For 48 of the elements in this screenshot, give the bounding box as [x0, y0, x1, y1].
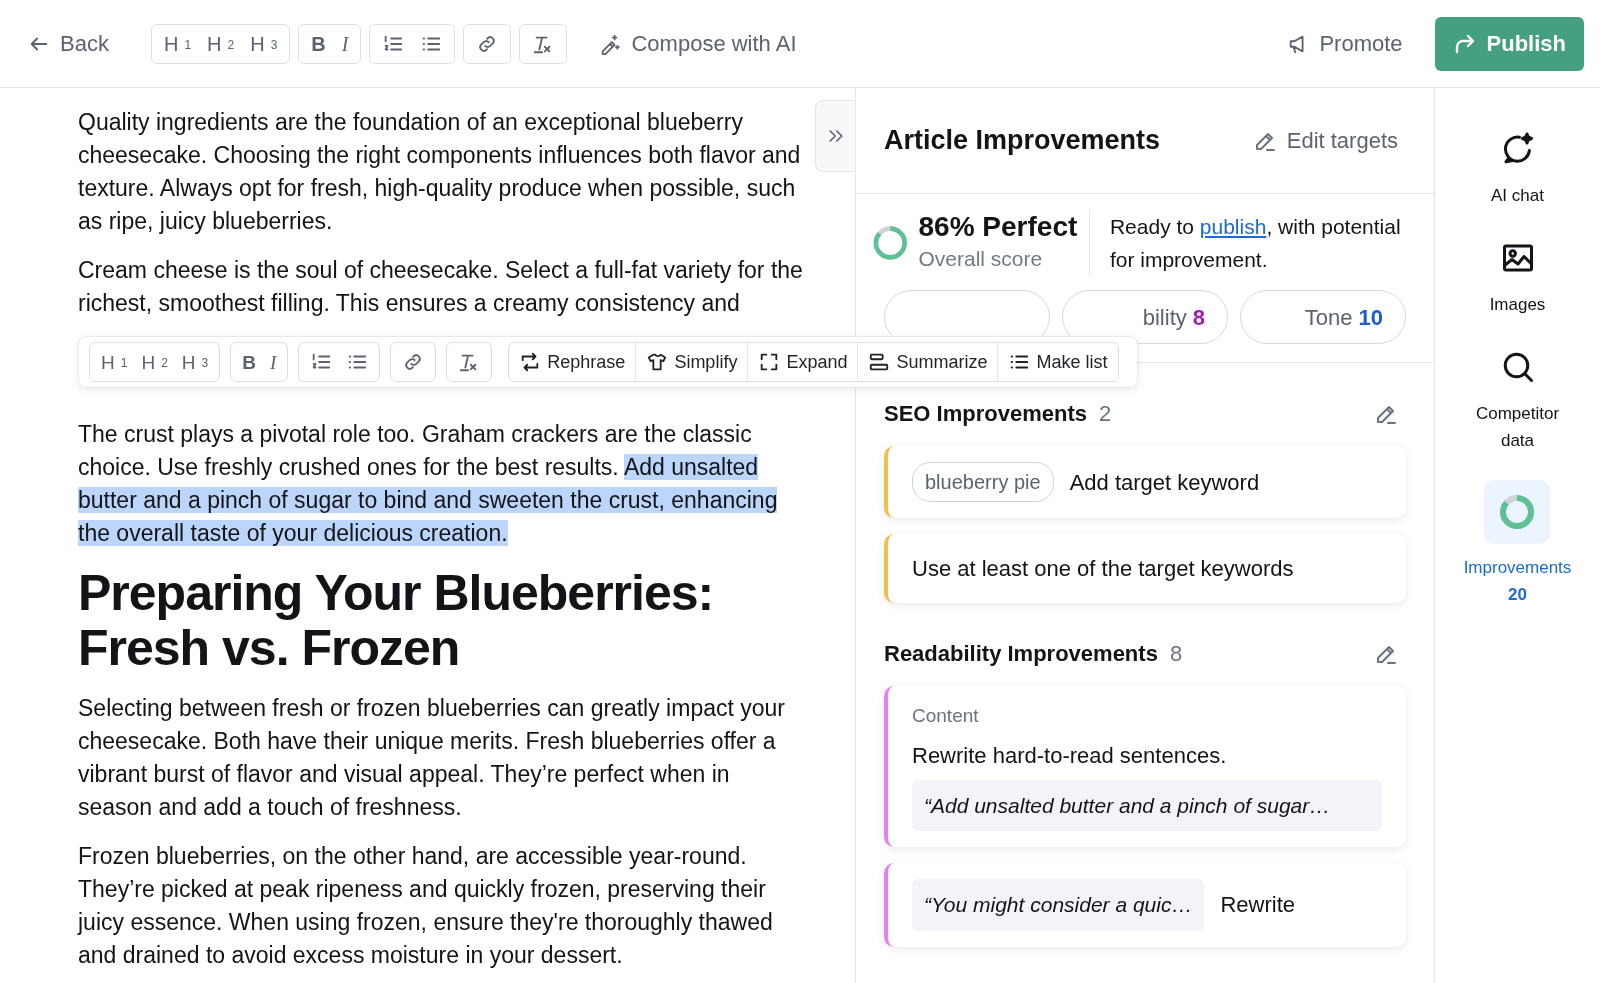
- back-button[interactable]: Back: [20, 23, 117, 64]
- paragraph: Frozen blueberries, on the other hand, are accessible year-round. They’re picked at peak ripeness and quickly frozen, preserving their juicy essence. When using frozen, ensure they're thoroughly thawed and drained to avoid excess moisture in your dessert.: [78, 842, 774, 970]
- sidebar-item[interactable]: Images: [1482, 235, 1553, 318]
- paragraph: Selecting between fresh or frozen blueberries can greatly impact your cheesecake. Both have their unique merits. Fresh blueberries offer a vibrant burst of flavor and visual appeal. They’re perfect when in season and add a touch of freshness.: [78, 694, 786, 822]
- bold-button[interactable]: B: [303, 25, 334, 62]
- sidebar-item[interactable]: Improvements 20: [1461, 480, 1574, 608]
- magic-pen-icon: [599, 32, 622, 55]
- action-button[interactable]: Make list: [997, 343, 1118, 381]
- publish-link[interactable]: publish: [1199, 215, 1267, 238]
- category-tab[interactable]: Tone 10: [1240, 290, 1406, 344]
- sidebar-item[interactable]: AI chat: [1482, 126, 1553, 209]
- score-headline: 86% Perfect: [918, 211, 1078, 244]
- score-caption: Overall score: [918, 246, 1044, 273]
- quote-snippet: “You might consider a quic…: [912, 879, 1205, 931]
- category-tab[interactable]: bility 8: [1062, 290, 1228, 344]
- quote-snippet: “Add unsalted butter and a pinch of sugar…: [912, 779, 1382, 831]
- improvement-card[interactable]: “You might consider a quic… Rewrite: [884, 863, 1406, 947]
- italic-button[interactable]: I: [333, 25, 357, 62]
- section-title: SEO Improvements: [884, 400, 1087, 428]
- section-heading: Preparing Your Blueberries: Fresh vs. Frozen: [78, 566, 715, 676]
- action-button[interactable]: Expand: [747, 343, 858, 381]
- score-message: Ready to publish, with potential for improvement.: [1109, 214, 1402, 273]
- panel-title: Article Improvements: [884, 124, 1161, 157]
- section-count: 8: [1169, 640, 1183, 668]
- compose-button[interactable]: Compose with AI: [591, 23, 805, 64]
- shirt-icon: [646, 351, 669, 373]
- italic-button[interactable]: I: [263, 344, 284, 380]
- card-text: Add target keyword: [1069, 468, 1260, 497]
- bold-button[interactable]: B: [235, 344, 263, 380]
- action-button[interactable]: Rephrase: [509, 343, 636, 381]
- paragraph: Cream cheese is the soul of cheesecake. Select a full-fat variety for the richest, smoothest filling. This ensures a creamy consistency and: [78, 256, 804, 318]
- rewrite-link[interactable]: Rewrite: [1220, 888, 1296, 922]
- improvement-card[interactable]: Content Rewrite hard-to-read sentences. “Add unsalted butter and a pinch of sugar…: [884, 686, 1406, 847]
- card-text: Use at least one of the target keywords: [912, 555, 1295, 583]
- section-count: 2: [1098, 400, 1112, 428]
- card-text: Rewrite hard-to-read sentences.: [912, 741, 1228, 770]
- section-title: Readability Improvements: [884, 640, 1158, 668]
- summary-blocks-icon: [868, 351, 891, 373]
- sidebar-item[interactable]: Competitor data: [1460, 344, 1575, 454]
- improvement-card[interactable]: Use at least one of the target keywords: [884, 534, 1406, 603]
- promote-button[interactable]: Promote: [1279, 23, 1411, 64]
- card-category: Content: [912, 704, 980, 728]
- action-button[interactable]: Summarize: [857, 343, 998, 381]
- keyword-tag: blueberry pie: [912, 462, 1054, 502]
- paragraph: Quality ingredients are the foundation of an exceptional blueberry cheesecake. Choosing the right components influences both flavor and texture. Always opt for fresh, high-quality produce when possible, such as ripe, juicy blueberries.: [78, 108, 802, 236]
- edit-targets-button[interactable]: Edit targets: [1244, 120, 1406, 161]
- action-button[interactable]: Simplify: [635, 343, 748, 381]
- improvement-card[interactable]: blueberry pie Add target keyword: [884, 446, 1406, 518]
